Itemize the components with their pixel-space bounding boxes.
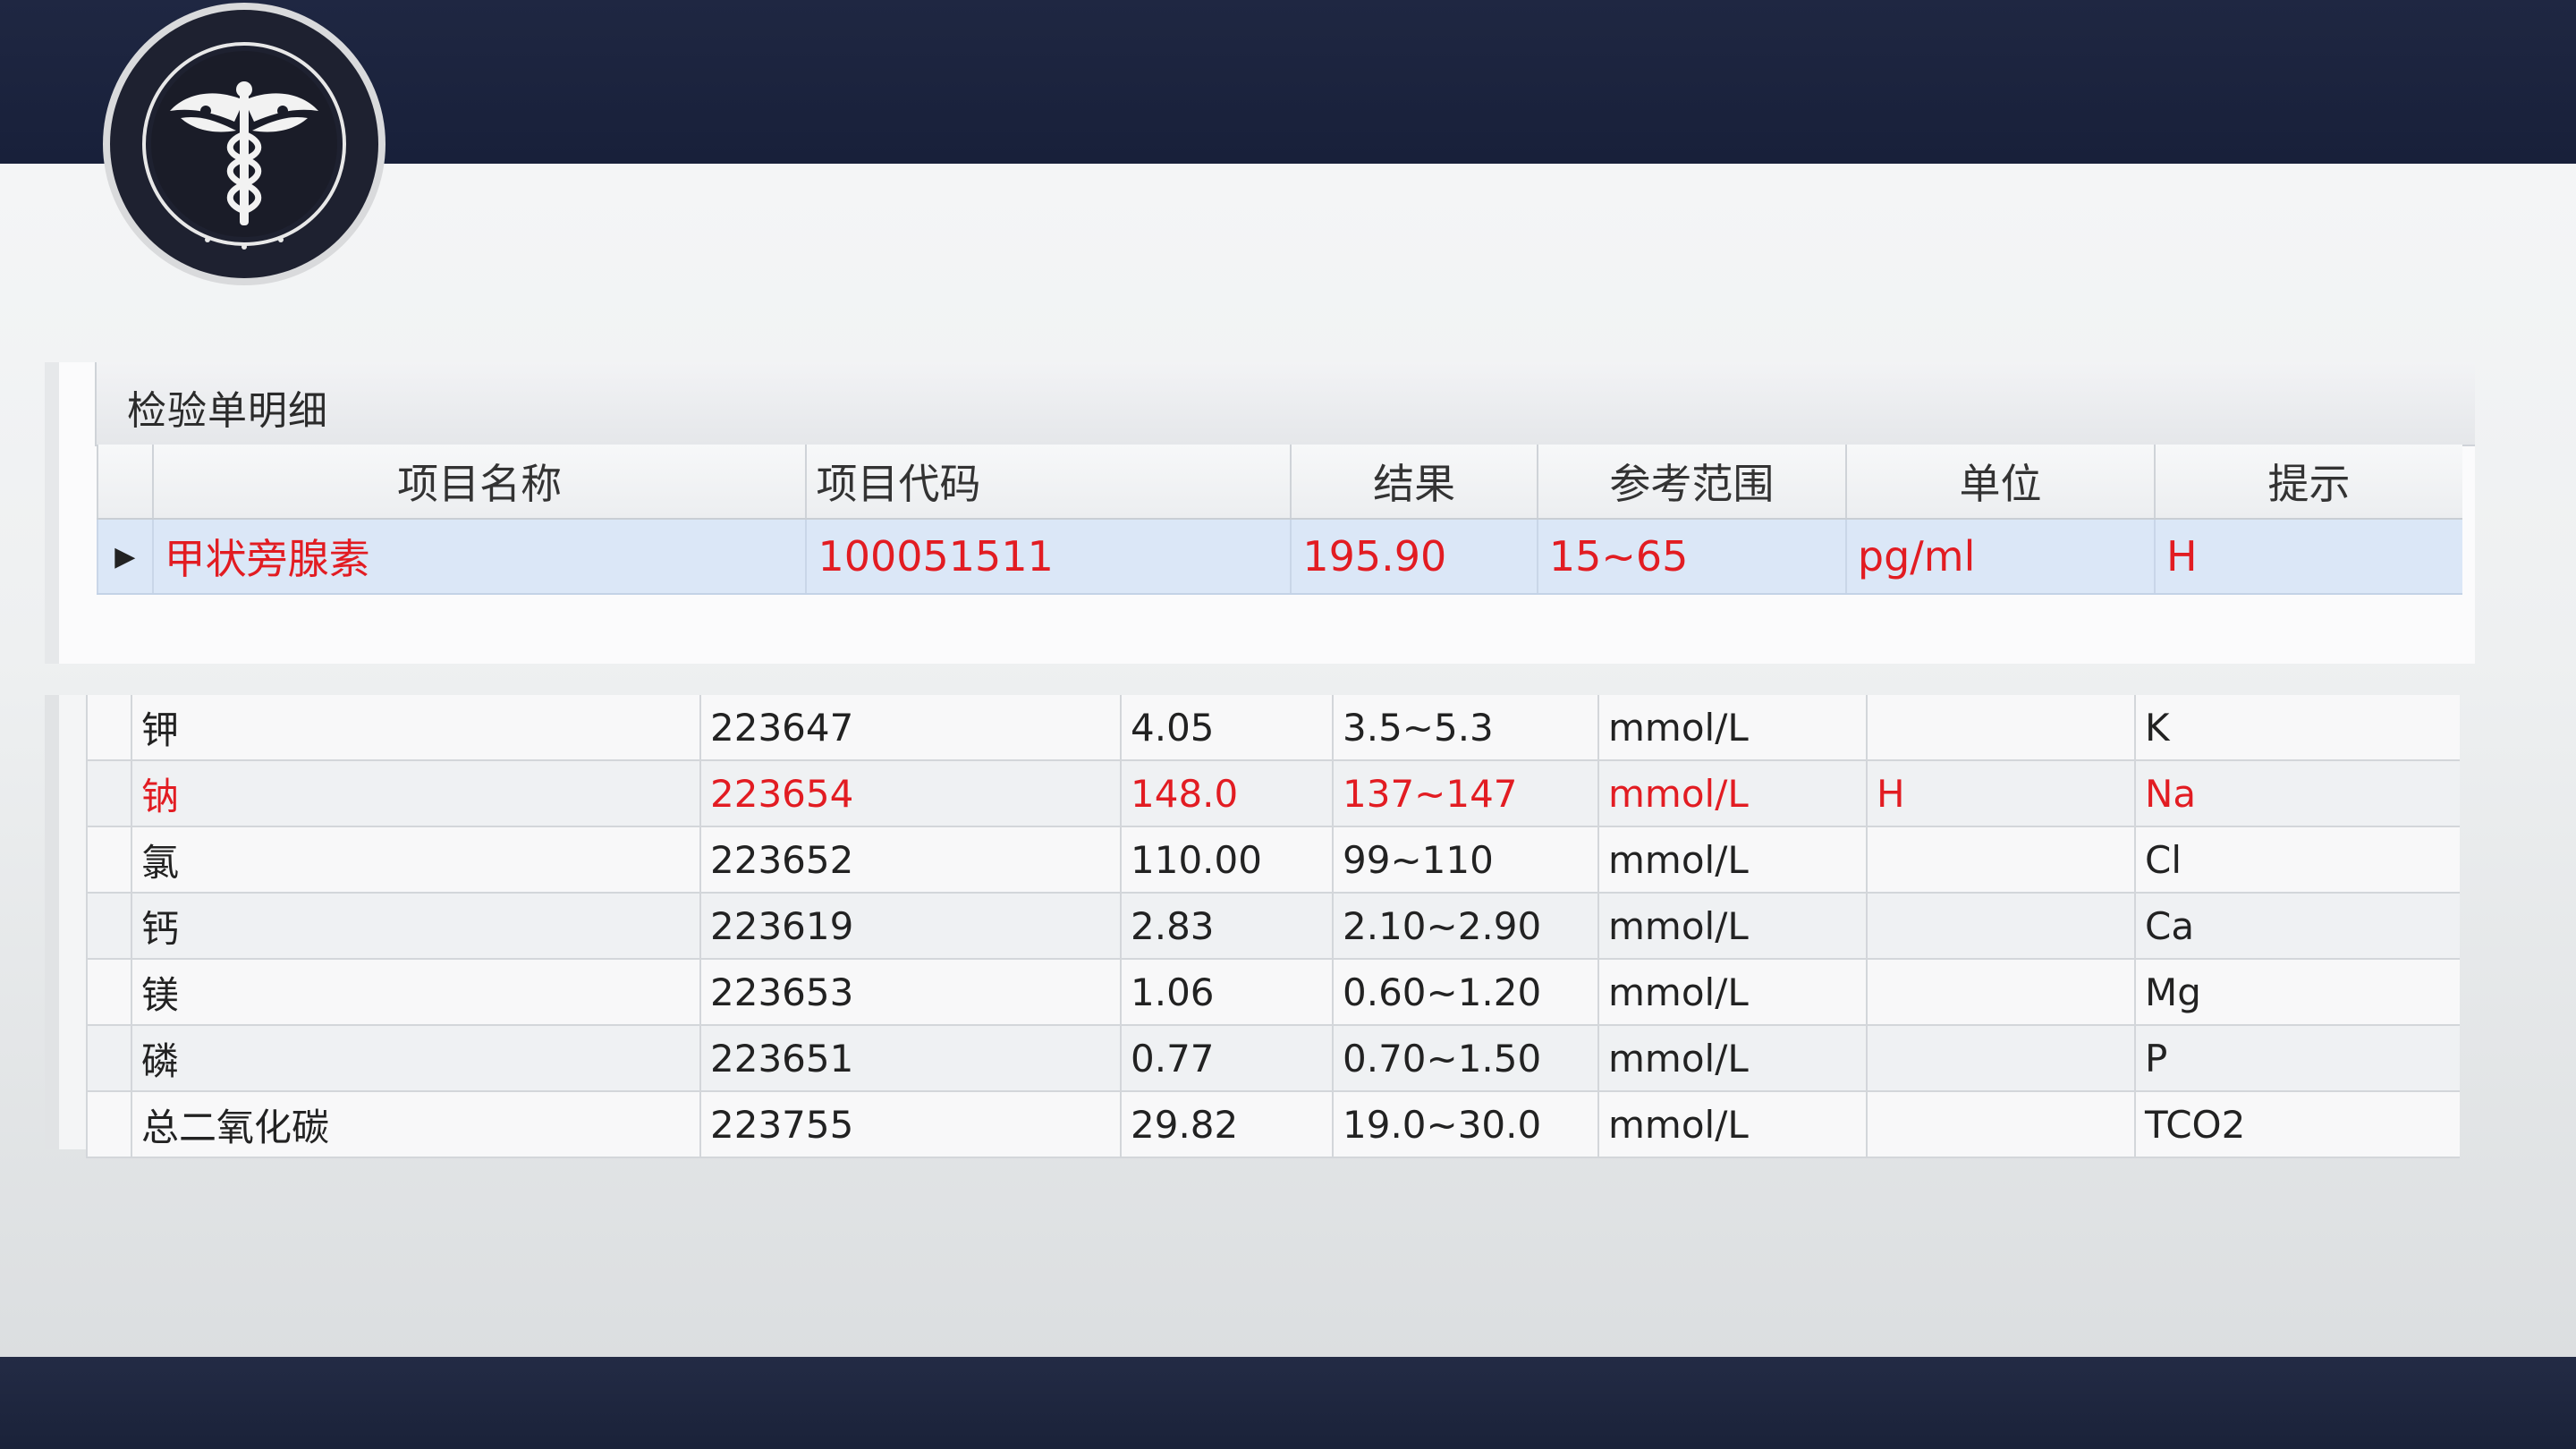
- cell-flag: [1866, 960, 2134, 1024]
- header-item-code[interactable]: 项目代码: [805, 445, 1290, 518]
- cell-abbreviation: Ca: [2134, 894, 2456, 958]
- cell-abbreviation: TCO2: [2134, 1092, 2456, 1157]
- header-item-name[interactable]: 项目名称: [151, 445, 806, 518]
- row-selector[interactable]: [86, 761, 131, 826]
- cell-item-code: 223619: [699, 894, 1120, 958]
- cell-item-code: 223651: [699, 1026, 1120, 1090]
- grid-header: 项目名称 项目代码 结果 参考范围 单位 提示: [97, 445, 2462, 520]
- row-selector[interactable]: [86, 1092, 131, 1157]
- cell-reference-range: 99~110: [1332, 827, 1597, 892]
- cell-reference-range: 2.10~2.90: [1332, 894, 1597, 958]
- table-row[interactable]: 钾 223647 4.05 3.5~5.3 mmol/L K: [86, 695, 2460, 761]
- cell-flag: H: [1866, 761, 2134, 826]
- cell-item-code[interactable]: 100051511: [805, 520, 1290, 593]
- cell-item-name: 钠: [131, 761, 699, 826]
- cell-item-name: 钾: [131, 695, 699, 759]
- row-selector[interactable]: [86, 827, 131, 892]
- panel-title: 检验单明细: [127, 388, 328, 434]
- cell-flag: [1866, 695, 2134, 759]
- cell-item-name: 磷: [131, 1026, 699, 1090]
- table-row[interactable]: 钠 223654 148.0 137~147 mmol/L H Na: [86, 761, 2460, 827]
- header-unit[interactable]: 单位: [1844, 445, 2154, 518]
- cell-reference-range: 0.70~1.50: [1332, 1026, 1597, 1090]
- row-selector[interactable]: [86, 894, 131, 958]
- cell-flag: [1866, 1092, 2134, 1157]
- cell-abbreviation: K: [2134, 695, 2456, 759]
- cell-unit: mmol/L: [1597, 894, 1866, 958]
- detail-panel: 检验单明细 项目名称 项目代码 结果 参考范围 单位 提示 ▶ 甲状旁腺素 10…: [45, 362, 2475, 664]
- cell-unit: mmol/L: [1597, 761, 1866, 826]
- cell-item-name: 氯: [131, 827, 699, 892]
- row-selector[interactable]: [86, 1026, 131, 1090]
- row-pointer-icon: ▶: [97, 520, 152, 593]
- cell-item-code: 223653: [699, 960, 1120, 1024]
- table-row[interactable]: 镁 223653 1.06 0.60~1.20 mmol/L Mg: [86, 960, 2460, 1026]
- results-grid: 钾 223647 4.05 3.5~5.3 mmol/L K 钠 223654 …: [86, 695, 2460, 1158]
- cell-abbreviation: P: [2134, 1026, 2456, 1090]
- cell-reference-range: 0.60~1.20: [1332, 960, 1597, 1024]
- cell-result: 4.05: [1120, 695, 1332, 759]
- cell-item-name[interactable]: 甲状旁腺素: [151, 520, 806, 593]
- cell-result: 148.0: [1120, 761, 1332, 826]
- cell-reference-range: 3.5~5.3: [1332, 695, 1597, 759]
- cell-flag: [1866, 827, 2134, 892]
- cell-item-code: 223755: [699, 1092, 1120, 1157]
- cell-abbreviation: Mg: [2134, 960, 2456, 1024]
- cell-unit: mmol/L: [1597, 960, 1866, 1024]
- results-panel: 钾 223647 4.05 3.5~5.3 mmol/L K 钠 223654 …: [45, 695, 2460, 1158]
- cell-result: 110.00: [1120, 827, 1332, 892]
- header-reference-range[interactable]: 参考范围: [1536, 445, 1845, 518]
- cell-result: 2.83: [1120, 894, 1332, 958]
- cell-flag: [1866, 1026, 2134, 1090]
- cell-unit: mmol/L: [1597, 827, 1866, 892]
- selected-table-row[interactable]: ▶ 甲状旁腺素 100051511 195.90 15~65 pg/ml H: [97, 520, 2462, 595]
- cell-unit: mmol/L: [1597, 1092, 1866, 1157]
- cell-item-code: 223652: [699, 827, 1120, 892]
- bottom-banner: [0, 1357, 2576, 1449]
- cell-flag[interactable]: H: [2153, 520, 2462, 593]
- cell-reference-range[interactable]: 15~65: [1536, 520, 1845, 593]
- detail-panel-titlebar: 检验单明细: [95, 362, 2475, 446]
- row-selector[interactable]: [86, 960, 131, 1024]
- table-row[interactable]: 氯 223652 110.00 99~110 mmol/L Cl: [86, 827, 2460, 894]
- header-flag[interactable]: 提示: [2153, 445, 2462, 518]
- cell-item-code: 223654: [699, 761, 1120, 826]
- table-row[interactable]: 总二氧化碳 223755 29.82 19.0~30.0 mmol/L TCO2: [86, 1092, 2460, 1158]
- cell-abbreviation: Na: [2134, 761, 2456, 826]
- cell-result[interactable]: 195.90: [1290, 520, 1536, 593]
- cell-unit[interactable]: pg/ml: [1844, 520, 2154, 593]
- table-row[interactable]: 钙 223619 2.83 2.10~2.90 mmol/L Ca: [86, 894, 2460, 960]
- society-logo: [103, 3, 386, 285]
- row-indicator-header: [97, 445, 152, 518]
- cell-unit: mmol/L: [1597, 1026, 1866, 1090]
- cell-reference-range: 137~147: [1332, 761, 1597, 826]
- cell-item-name: 钙: [131, 894, 699, 958]
- cell-result: 29.82: [1120, 1092, 1332, 1157]
- row-selector[interactable]: [86, 695, 131, 759]
- detail-grid: 项目名称 项目代码 结果 参考范围 单位 提示 ▶ 甲状旁腺素 10005151…: [97, 445, 2462, 595]
- cell-item-name: 镁: [131, 960, 699, 1024]
- cell-unit: mmol/L: [1597, 695, 1866, 759]
- cell-result: 1.06: [1120, 960, 1332, 1024]
- cell-item-name: 总二氧化碳: [131, 1092, 699, 1157]
- cell-result: 0.77: [1120, 1026, 1332, 1090]
- cell-item-code: 223647: [699, 695, 1120, 759]
- cell-flag: [1866, 894, 2134, 958]
- header-result[interactable]: 结果: [1290, 445, 1536, 518]
- table-row[interactable]: 磷 223651 0.77 0.70~1.50 mmol/L P: [86, 1026, 2460, 1092]
- cell-abbreviation: Cl: [2134, 827, 2456, 892]
- cell-reference-range: 19.0~30.0: [1332, 1092, 1597, 1157]
